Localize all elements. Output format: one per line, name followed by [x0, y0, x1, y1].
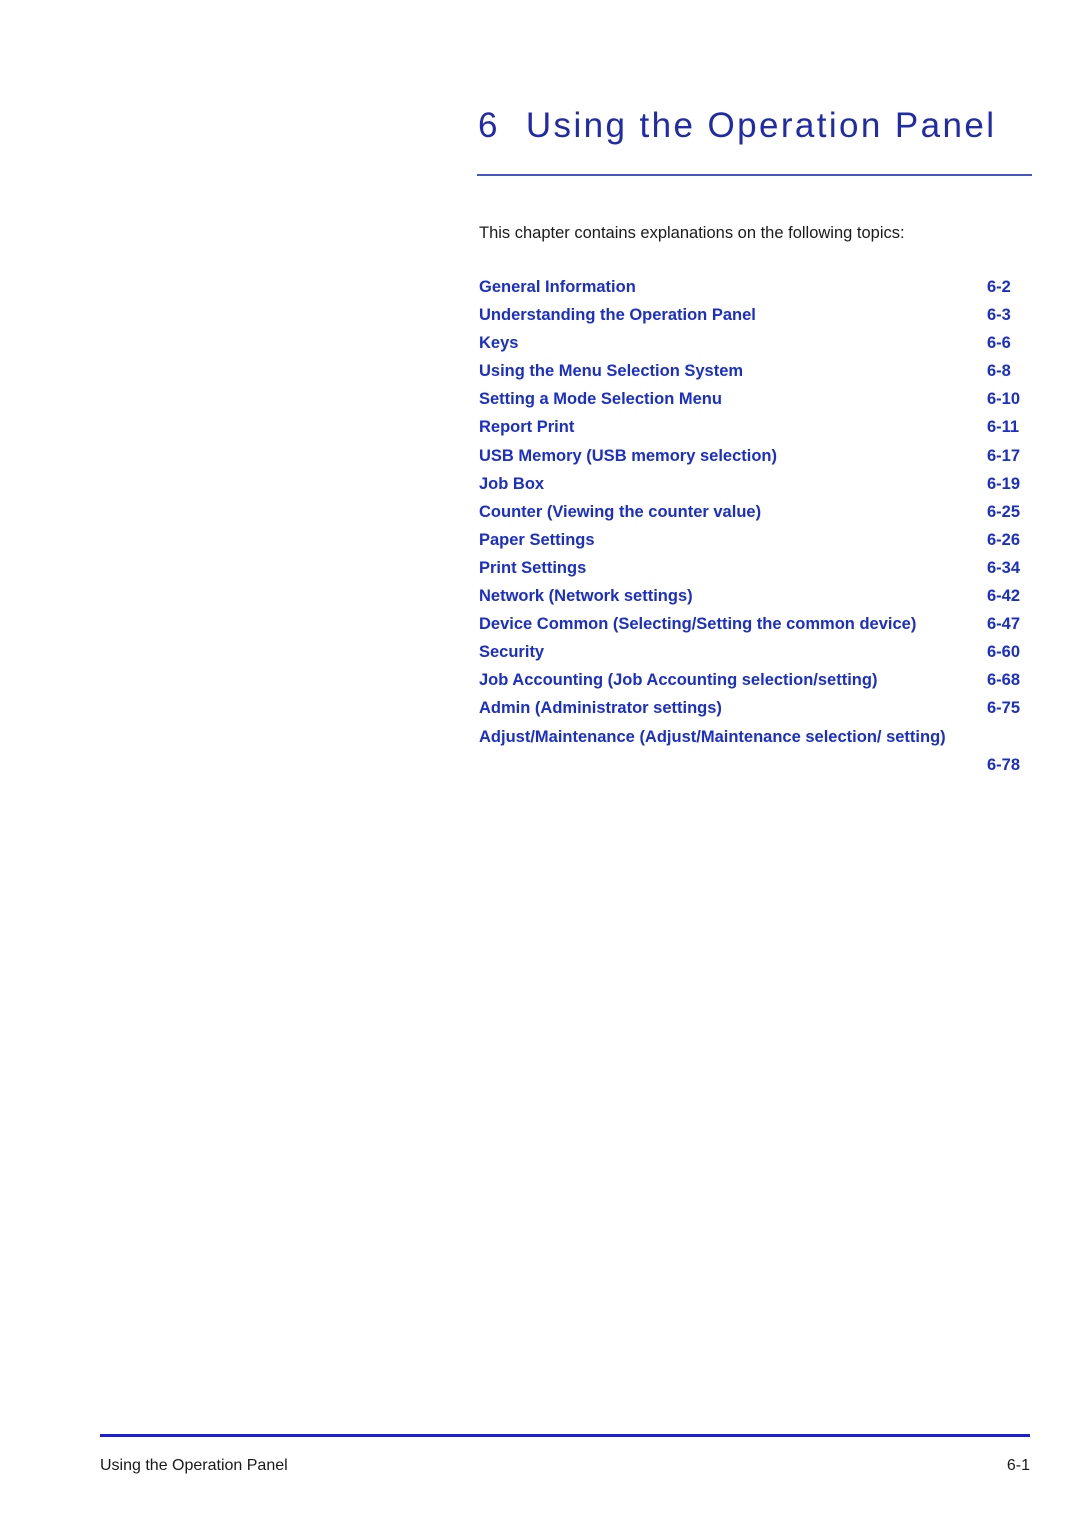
toc-entry-label: Counter (Viewing the counter value): [479, 502, 762, 521]
chapter-heading: 6 Using the Operation Panel: [478, 108, 1078, 143]
toc-entry-label: Security: [479, 643, 545, 662]
toc-entry-label: Understanding the Operation Panel: [479, 306, 756, 325]
toc-entry-page: 6-10: [987, 390, 1021, 409]
toc-entry-page: 6-25: [987, 502, 1021, 521]
toc-entry[interactable]: Security 6-60: [479, 638, 1039, 666]
toc-entry[interactable]: Understanding the Operation Panel 6-3: [479, 301, 1039, 329]
toc-entry-label: Device Common (Selecting/Setting the com…: [479, 615, 917, 634]
toc-entry[interactable]: Setting a Mode Selection Menu 6-10: [479, 385, 1039, 413]
toc-entry-page: 6-34: [987, 558, 1021, 577]
footer-page-number: 6-1: [1006, 1457, 1030, 1474]
toc-entry-page: 6-17: [987, 446, 1021, 465]
toc-entry-page: 6-19: [987, 474, 1021, 493]
toc-entry[interactable]: Admin (Administrator settings) 6-75: [479, 694, 1039, 722]
toc-entry-label: Network (Network settings): [479, 587, 693, 606]
footer-rule: [100, 1434, 1030, 1437]
table-of-contents: General Information 6-2 Understanding the …: [479, 273, 1039, 774]
chapter-heading-rule: [477, 174, 1032, 176]
toc-entry[interactable]: Adjust/Maintenance (Adjust/Maintenance s…: [479, 723, 1039, 774]
toc-entry-label: Admin (Administrator settings): [479, 699, 722, 718]
chapter-title: Using the Operation Panel: [525, 106, 997, 145]
toc-entry-label: Keys: [479, 334, 519, 353]
toc-entry[interactable]: Device Common (Selecting/Setting the com…: [479, 610, 1039, 638]
page-footer: Using the Operation Panel 6-1: [100, 1457, 1030, 1475]
toc-entry[interactable]: General Information 6-2: [479, 273, 1039, 301]
toc-entry-label: USB Memory (USB memory selection): [479, 446, 777, 465]
toc-entry[interactable]: Counter (Viewing the counter value) 6-25: [479, 498, 1039, 526]
toc-entry-page: 6-47: [987, 615, 1021, 634]
toc-entry-label: Adjust/Maintenance (Adjust/Maintenance s…: [479, 727, 946, 746]
toc-entry-page: 6-8: [987, 362, 1011, 381]
intro-paragraph: This chapter contains explanations on th…: [479, 224, 905, 242]
toc-entry[interactable]: Report Print 6-11: [479, 413, 1039, 441]
toc-entry-label: Using the Menu Selection System: [479, 362, 744, 381]
toc-entry-page: 6-6: [987, 334, 1011, 353]
toc-entry-page: 6-42: [987, 587, 1021, 606]
toc-entry-page: 6-11: [987, 418, 1020, 437]
toc-entry-page: 6-26: [987, 530, 1021, 549]
toc-entry-page: 6-2: [987, 278, 1011, 296]
toc-entry-page: 6-68: [987, 671, 1021, 690]
toc-entry-page: 6-75: [987, 699, 1021, 718]
toc-entry[interactable]: Network (Network settings) 6-42: [479, 582, 1039, 610]
document-page: 6 Using the Operation Panel This chapter …: [0, 0, 1080, 1527]
toc-entry[interactable]: Job Box 6-19: [479, 470, 1039, 498]
toc-entry-page: 6-60: [987, 643, 1021, 662]
toc-entry-page: 6-78: [987, 755, 1021, 774]
toc-entry-label: General Information: [479, 278, 636, 296]
toc-entry-label: Paper Settings: [479, 530, 595, 549]
toc-entry-label: Print Settings: [479, 558, 587, 577]
footer-chapter-name: Using the Operation Panel: [100, 1457, 288, 1474]
toc-entry[interactable]: Paper Settings 6-26: [479, 526, 1039, 554]
toc-entry[interactable]: USB Memory (USB memory selection) 6-17: [479, 442, 1039, 470]
toc-entry-label: Job Accounting (Job Accounting selection…: [479, 671, 878, 690]
toc-entry[interactable]: Print Settings 6-34: [479, 554, 1039, 582]
toc-entry-label: Report Print: [479, 418, 575, 437]
toc-entry[interactable]: Job Accounting (Job Accounting selection…: [479, 666, 1039, 694]
toc-entry[interactable]: Keys 6-6: [479, 329, 1039, 357]
toc-entry[interactable]: Using the Menu Selection System 6-8: [479, 357, 1039, 385]
chapter-number: 6: [478, 106, 500, 145]
toc-entry-label: Setting a Mode Selection Menu: [479, 390, 722, 409]
toc-entry-page: 6-3: [987, 306, 1011, 325]
toc-entry-label: Job Box: [479, 474, 545, 493]
